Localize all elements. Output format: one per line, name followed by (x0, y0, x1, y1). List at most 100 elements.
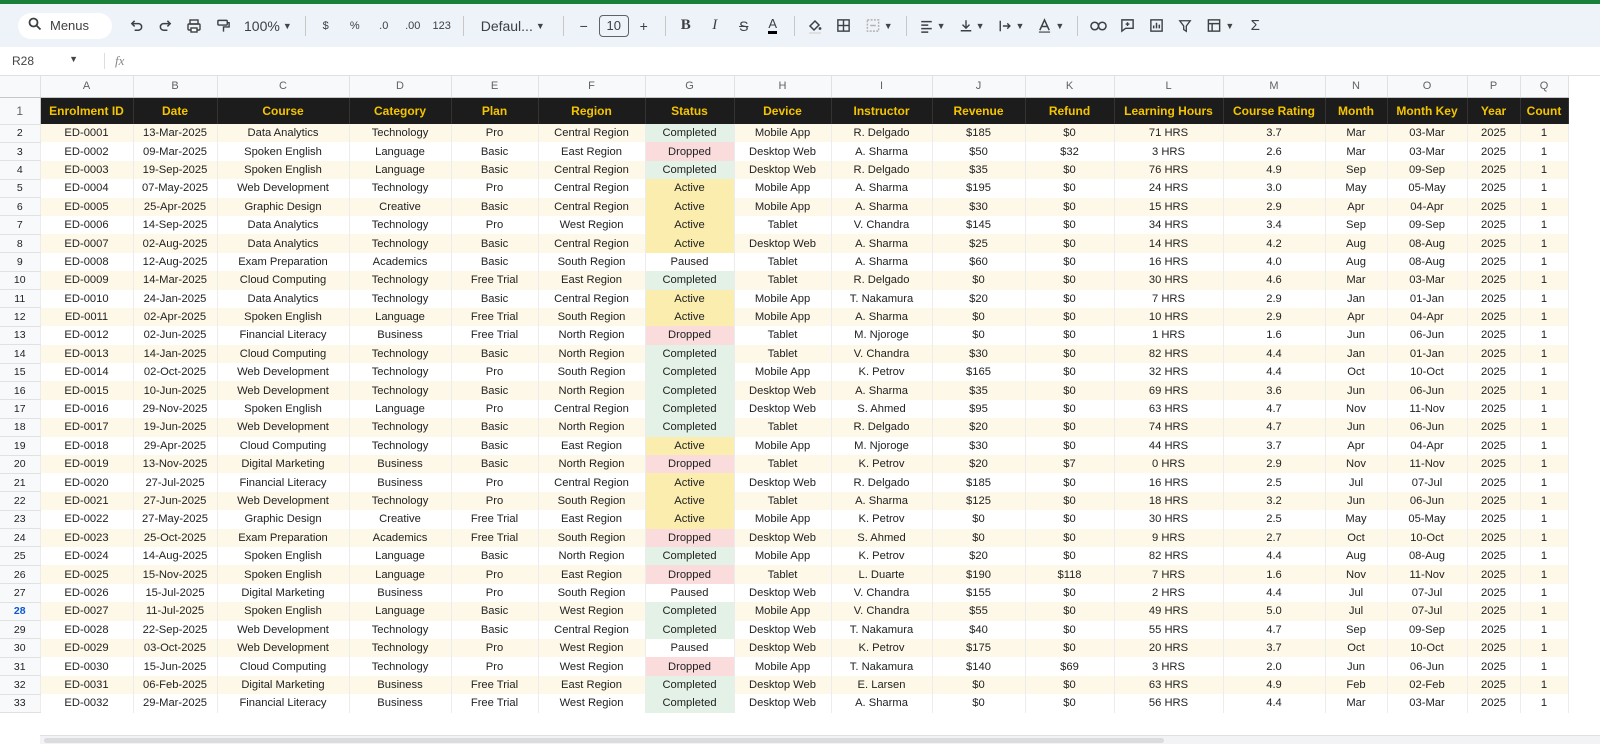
table-cell[interactable]: Nov (1325, 565, 1388, 584)
table-cell[interactable]: Language (349, 546, 452, 566)
table-cell[interactable]: Desktop Web (734, 638, 832, 658)
table-cell[interactable]: Financial Literacy (217, 473, 350, 492)
table-cell[interactable]: Cloud Computing (217, 436, 350, 456)
table-cell[interactable]: R. Delgado (831, 160, 933, 180)
table-cell[interactable]: $50 (932, 142, 1026, 161)
table-cell[interactable]: West Region (538, 657, 646, 676)
table-cell[interactable]: 2.0 (1223, 657, 1326, 676)
table-cell[interactable]: East Region (538, 436, 646, 456)
table-cell[interactable]: East Region (538, 510, 646, 529)
table-cell[interactable]: 25-Oct-2025 (133, 528, 218, 547)
table-cell[interactable]: $20 (932, 289, 1026, 308)
text-wrap-icon[interactable]: ▼ (992, 12, 1031, 40)
table-cell[interactable]: 10-Jun-2025 (133, 381, 218, 400)
table-cell[interactable]: $125 (932, 491, 1026, 511)
table-cell[interactable]: Oct (1325, 363, 1388, 382)
table-cell[interactable]: North Region (538, 418, 646, 437)
table-cell[interactable]: 1 (1520, 179, 1569, 198)
table-cell[interactable]: West Region (538, 694, 646, 713)
table-cell[interactable]: Jan (1325, 289, 1388, 308)
row-number[interactable]: 33 (0, 694, 41, 714)
text-color-button[interactable]: A (759, 12, 787, 40)
table-cell[interactable]: 2025 (1467, 142, 1521, 161)
table-cell[interactable]: $118 (1025, 565, 1115, 584)
table-cell[interactable]: Desktop Web (734, 675, 832, 695)
table-cell[interactable]: 1 (1520, 381, 1569, 400)
insert-chart-icon[interactable] (1142, 12, 1170, 40)
table-cell[interactable]: 06-Jun (1387, 326, 1468, 345)
table-cell[interactable]: $0 (1025, 620, 1115, 639)
font-size-decrease-button[interactable]: − (570, 12, 598, 40)
column-header-j[interactable]: J (932, 76, 1026, 98)
table-cell[interactable]: 08-Aug (1387, 546, 1468, 566)
table-cell[interactable]: Desktop Web (734, 583, 832, 603)
table-cell[interactable]: 1 (1520, 142, 1569, 161)
table-cell[interactable]: Spoken English (217, 399, 350, 419)
table-cell[interactable]: 14-Sep-2025 (133, 215, 218, 235)
status-cell[interactable]: Paused (645, 638, 735, 658)
horizontal-align-icon[interactable]: ▼ (913, 12, 952, 40)
table-cell[interactable]: Data Analytics (217, 124, 350, 143)
row-number[interactable]: 12 (0, 307, 41, 327)
table-cell[interactable]: $32 (1025, 142, 1115, 161)
table-cell[interactable]: North Region (538, 455, 646, 474)
table-cell[interactable]: ED-0027 (40, 602, 134, 621)
font-size-increase-button[interactable]: + (630, 12, 658, 40)
table-cell[interactable]: 71 HRS (1114, 124, 1224, 143)
table-cell[interactable]: 4.4 (1223, 694, 1326, 713)
table-cell[interactable]: 06-Jun (1387, 657, 1468, 676)
column-header-i[interactable]: I (831, 76, 933, 98)
table-cell[interactable]: Technology (349, 179, 452, 198)
table-cell[interactable]: 13-Mar-2025 (133, 124, 218, 143)
table-cell[interactable]: E. Larsen (831, 675, 933, 695)
header-cell[interactable]: Enrolment ID (40, 97, 134, 124)
table-cell[interactable]: A. Sharma (831, 197, 933, 216)
table-cell[interactable]: South Region (538, 583, 646, 603)
table-cell[interactable]: Pro (451, 399, 539, 419)
row-number[interactable]: 18 (0, 418, 41, 438)
status-cell[interactable]: Active (645, 234, 735, 253)
status-cell[interactable]: Active (645, 473, 735, 492)
table-cell[interactable]: Apr (1325, 436, 1388, 456)
table-cell[interactable]: Financial Literacy (217, 326, 350, 345)
table-cell[interactable]: Jan (1325, 344, 1388, 364)
table-cell[interactable]: Feb (1325, 675, 1388, 695)
table-cell[interactable]: Digital Marketing (217, 455, 350, 474)
table-cell[interactable]: Tablet (734, 491, 832, 511)
table-cell[interactable]: $0 (1025, 418, 1115, 437)
row-number[interactable]: 2 (0, 124, 41, 143)
table-cell[interactable]: 02-Feb (1387, 675, 1468, 695)
table-cell[interactable]: 03-Mar (1387, 694, 1468, 713)
table-cell[interactable]: 2025 (1467, 160, 1521, 180)
row-number[interactable]: 16 (0, 381, 41, 401)
table-cell[interactable]: 15 HRS (1114, 197, 1224, 216)
table-cell[interactable]: 09-Sep (1387, 160, 1468, 180)
column-header-l[interactable]: L (1114, 76, 1224, 98)
table-cell[interactable]: 2025 (1467, 289, 1521, 308)
table-cell[interactable]: 11-Nov (1387, 565, 1468, 584)
table-cell[interactable]: Apr (1325, 197, 1388, 216)
table-cell[interactable]: 1 (1520, 160, 1569, 180)
table-cell[interactable]: $20 (932, 546, 1026, 566)
table-cell[interactable]: 44 HRS (1114, 436, 1224, 456)
table-cell[interactable]: 55 HRS (1114, 620, 1224, 639)
table-cell[interactable]: Pro (451, 583, 539, 603)
table-cell[interactable]: East Region (538, 271, 646, 290)
table-cell[interactable]: Tablet (734, 344, 832, 364)
table-cell[interactable]: Tablet (734, 271, 832, 290)
header-cell[interactable]: Device (734, 97, 832, 124)
table-cell[interactable]: Desktop Web (734, 694, 832, 713)
table-cell[interactable]: K. Petrov (831, 546, 933, 566)
table-cell[interactable]: Mobile App (734, 602, 832, 621)
table-cell[interactable]: Pro (451, 491, 539, 511)
table-cell[interactable]: ED-0002 (40, 142, 134, 161)
table-cell[interactable]: Aug (1325, 252, 1388, 272)
table-cell[interactable]: Exam Preparation (217, 252, 350, 272)
table-cell[interactable]: $0 (1025, 510, 1115, 529)
table-cell[interactable]: 01-Jan (1387, 344, 1468, 364)
table-cell[interactable]: 4.7 (1223, 620, 1326, 639)
table-cell[interactable]: $155 (932, 583, 1026, 603)
status-cell[interactable]: Dropped (645, 142, 735, 161)
status-cell[interactable]: Completed (645, 124, 735, 143)
table-cell[interactable]: $0 (1025, 399, 1115, 419)
